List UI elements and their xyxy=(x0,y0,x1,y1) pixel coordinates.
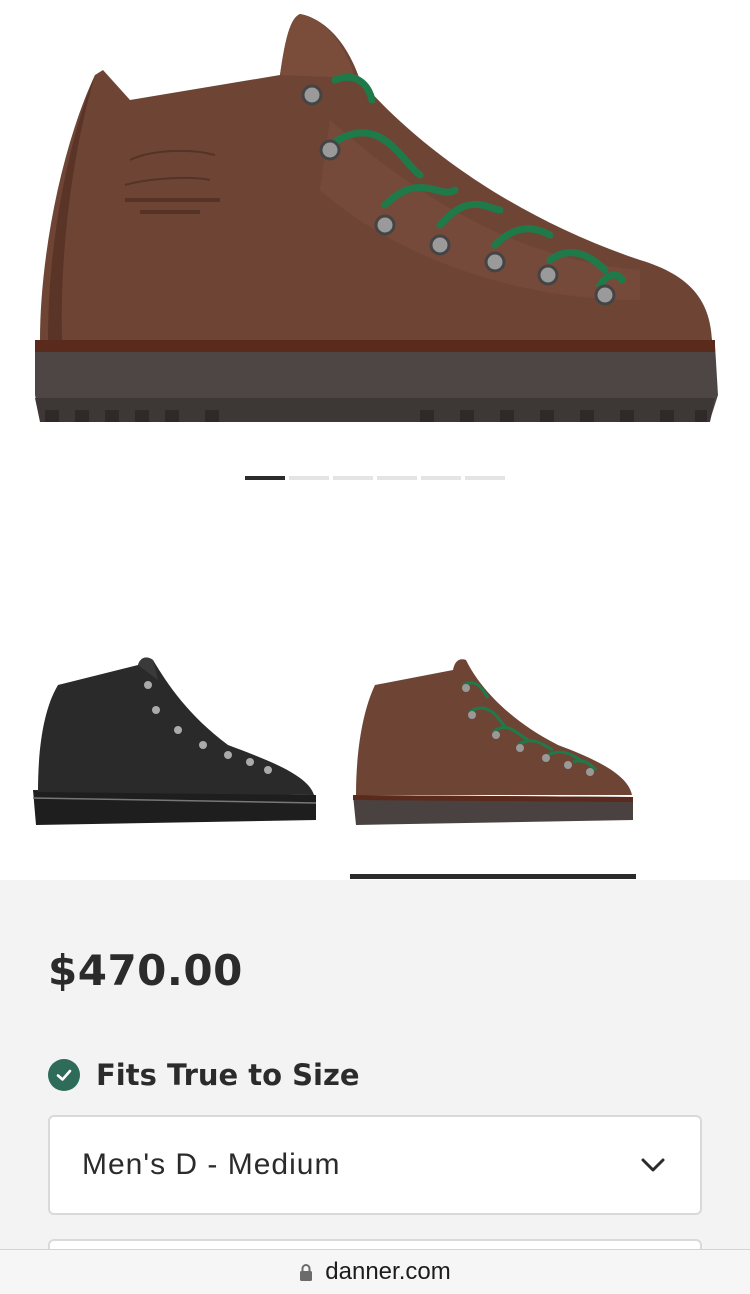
browser-url-bar[interactable]: danner.com xyxy=(0,1249,750,1294)
carousel-dot-4[interactable] xyxy=(377,476,417,480)
color-swatch-brown[interactable] xyxy=(348,640,638,880)
carousel-dot-2[interactable] xyxy=(289,476,329,480)
carousel-dot-1[interactable] xyxy=(245,476,285,480)
carousel-indicators xyxy=(245,476,505,480)
fit-label: Fits True to Size xyxy=(96,1058,360,1092)
width-select[interactable]: Men's D - Medium xyxy=(48,1115,702,1215)
carousel-dot-5[interactable] xyxy=(421,476,461,480)
chevron-down-icon xyxy=(641,1158,665,1172)
brown-boot-image xyxy=(35,14,718,422)
product-info-panel: $470.00 Fits True to Size Men's D - Medi… xyxy=(0,880,750,1294)
carousel-dot-3[interactable] xyxy=(333,476,373,480)
fit-indicator: Fits True to Size xyxy=(48,1058,360,1092)
product-price: $470.00 xyxy=(48,946,243,995)
check-circle-icon xyxy=(48,1059,80,1091)
color-swatch-black[interactable] xyxy=(28,640,318,880)
color-swatches xyxy=(0,640,750,880)
product-page: $470.00 Fits True to Size Men's D - Medi… xyxy=(0,0,750,1294)
brown-boot-thumbnail xyxy=(353,659,633,825)
selected-swatch-indicator xyxy=(350,874,636,879)
url-text: danner.com xyxy=(325,1258,451,1285)
lock-icon xyxy=(300,1264,313,1281)
black-boot-thumbnail xyxy=(32,657,317,825)
carousel-dot-6[interactable] xyxy=(465,476,505,480)
width-select-value: Men's D - Medium xyxy=(82,1148,341,1181)
hero-product-image[interactable] xyxy=(0,0,750,470)
